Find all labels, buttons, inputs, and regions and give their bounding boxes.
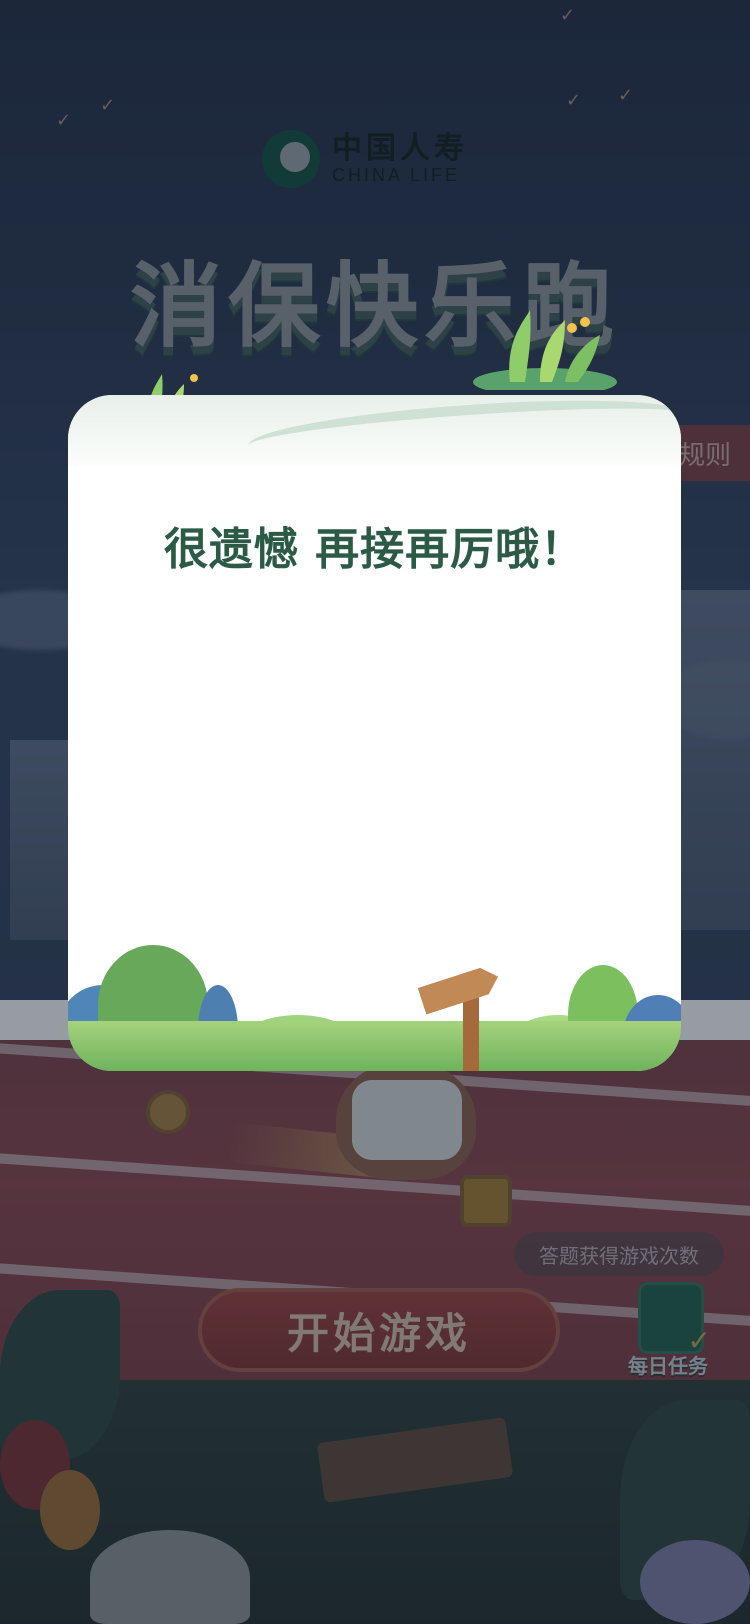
signpost-arrow-icon xyxy=(418,963,503,1014)
result-modal: 很遗憾 再接再厉哦！ xyxy=(68,395,681,1071)
modal-foliage xyxy=(68,945,681,1071)
result-message: 很遗憾 再接再厉哦！ xyxy=(163,524,586,575)
grass-strip xyxy=(68,1021,681,1071)
game-screen: ✓ ✓ ✓ ✓ ✓ 中国人寿 CHINA LIFE 消保快乐跑 规则 答题获得游… xyxy=(0,0,750,1624)
plant-decoration xyxy=(470,300,620,396)
